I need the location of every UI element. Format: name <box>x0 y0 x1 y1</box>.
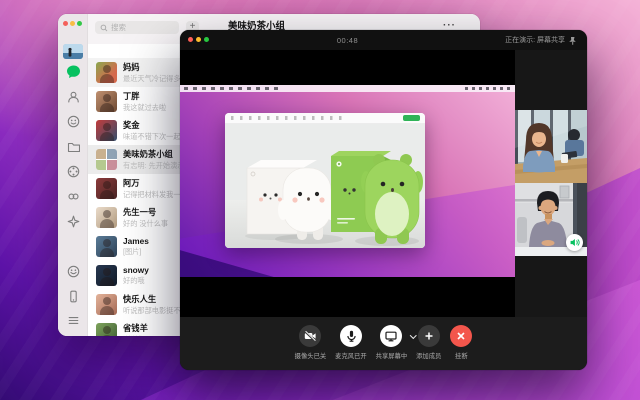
mini-toolbar <box>225 113 425 124</box>
channels-icon[interactable] <box>66 189 81 204</box>
call-body <box>180 50 587 317</box>
group-avatar <box>96 149 117 170</box>
share-status: 正在演示: 屏幕共享 <box>505 35 577 45</box>
avatar <box>96 265 117 286</box>
window-controls[interactable] <box>63 21 82 26</box>
stickers-icon[interactable] <box>66 264 81 279</box>
desktop: 搜索 + 美味奶茶小组 ··· 妈妈最近天气冷记得多穿点 丁胖我这就过去啦 <box>0 0 640 400</box>
mini-publish-button[interactable] <box>403 115 420 122</box>
mini-toolbar-icons <box>231 116 343 120</box>
close-button[interactable] <box>63 21 68 26</box>
minimize-button[interactable] <box>70 21 75 26</box>
menu-icon[interactable] <box>66 313 81 328</box>
search-input[interactable]: 搜索 <box>95 21 179 34</box>
search-placeholder: 搜索 <box>111 22 126 33</box>
mini-programs-icon[interactable] <box>66 214 81 229</box>
avatar <box>96 62 117 83</box>
plus-icon <box>422 329 436 343</box>
chat-name: 先生一号 <box>123 206 168 218</box>
avatar <box>96 294 117 315</box>
avatar <box>96 91 117 112</box>
chat-name: 丁胖 <box>123 90 166 102</box>
screen-share-button[interactable] <box>380 325 402 347</box>
presented-app-window <box>225 113 425 248</box>
chat-preview: [图片] <box>123 247 149 257</box>
camera-off-icon <box>303 329 317 343</box>
mic-control[interactable]: 麦克风已开 <box>335 325 366 370</box>
shared-screen-area <box>180 50 515 317</box>
user-avatar[interactable] <box>63 44 83 59</box>
chat-preview: 我这就过去啦 <box>123 103 166 113</box>
mini-menu-items <box>184 87 280 90</box>
call-title-bar: 00:48 正在演示: 屏幕共享 <box>180 30 587 50</box>
video-call-window: 00:48 正在演示: 屏幕共享 <box>180 30 587 370</box>
control-label: 摄像头已关 <box>295 351 326 360</box>
chat-preview: 好的哦 <box>123 276 149 286</box>
contacts-icon[interactable] <box>66 89 81 104</box>
pin-icon[interactable] <box>568 36 577 45</box>
avatar <box>96 207 117 228</box>
chat-preview: 好的 没什么事 <box>123 219 168 229</box>
call-timer: 00:48 <box>180 36 515 45</box>
share-status-text: 正在演示: 屏幕共享 <box>505 35 565 45</box>
speaking-indicator <box>566 234 583 251</box>
control-label: 挂断 <box>455 351 468 360</box>
hang-up-button[interactable] <box>450 325 472 347</box>
chats-icon[interactable] <box>66 64 81 79</box>
control-label: 共享屏幕中 <box>376 351 407 360</box>
participant-video-woman[interactable] <box>515 110 587 183</box>
control-label: 麦克风已开 <box>335 351 366 360</box>
hang-up-control[interactable]: 挂断 <box>450 325 472 370</box>
close-x-icon <box>454 329 468 343</box>
participants-sidebar <box>515 50 587 317</box>
mic-button[interactable] <box>340 325 362 347</box>
avatar <box>96 178 117 199</box>
control-label: 添加成员 <box>416 351 441 360</box>
avatar <box>96 323 117 336</box>
chat-preview: 谢谢你 <box>123 335 148 336</box>
files-icon[interactable] <box>66 139 81 154</box>
add-member-button[interactable] <box>418 325 440 347</box>
phone-icon[interactable] <box>66 289 81 304</box>
add-member-control[interactable]: 添加成员 <box>416 325 441 370</box>
mic-icon <box>344 329 358 343</box>
search-icon <box>100 24 108 32</box>
moments-icon[interactable] <box>66 164 81 179</box>
chat-name: snowy <box>123 265 149 275</box>
screen-share-control[interactable]: 共享屏幕中 <box>376 325 407 370</box>
mini-menu-bar <box>180 85 515 92</box>
camera-off-button[interactable] <box>299 325 321 347</box>
chevron-down-icon[interactable] <box>410 332 416 338</box>
favorites-icon[interactable] <box>66 114 81 129</box>
camera-off-control[interactable]: 摄像头已关 <box>295 325 326 370</box>
avatar <box>96 120 117 141</box>
speaker-icon <box>569 237 580 248</box>
screen-share-icon <box>384 329 398 343</box>
zoom-button[interactable] <box>77 21 82 26</box>
mini-status-icons <box>465 87 511 90</box>
avatar <box>96 236 117 257</box>
nav-rail <box>58 14 88 336</box>
call-toolbar: 摄像头已关 麦克风已开 <box>180 317 587 370</box>
shared-screen <box>180 85 515 277</box>
mascot-scene <box>225 124 425 248</box>
chat-name: James <box>123 236 149 246</box>
chat-name: 省钱羊 <box>123 322 148 334</box>
